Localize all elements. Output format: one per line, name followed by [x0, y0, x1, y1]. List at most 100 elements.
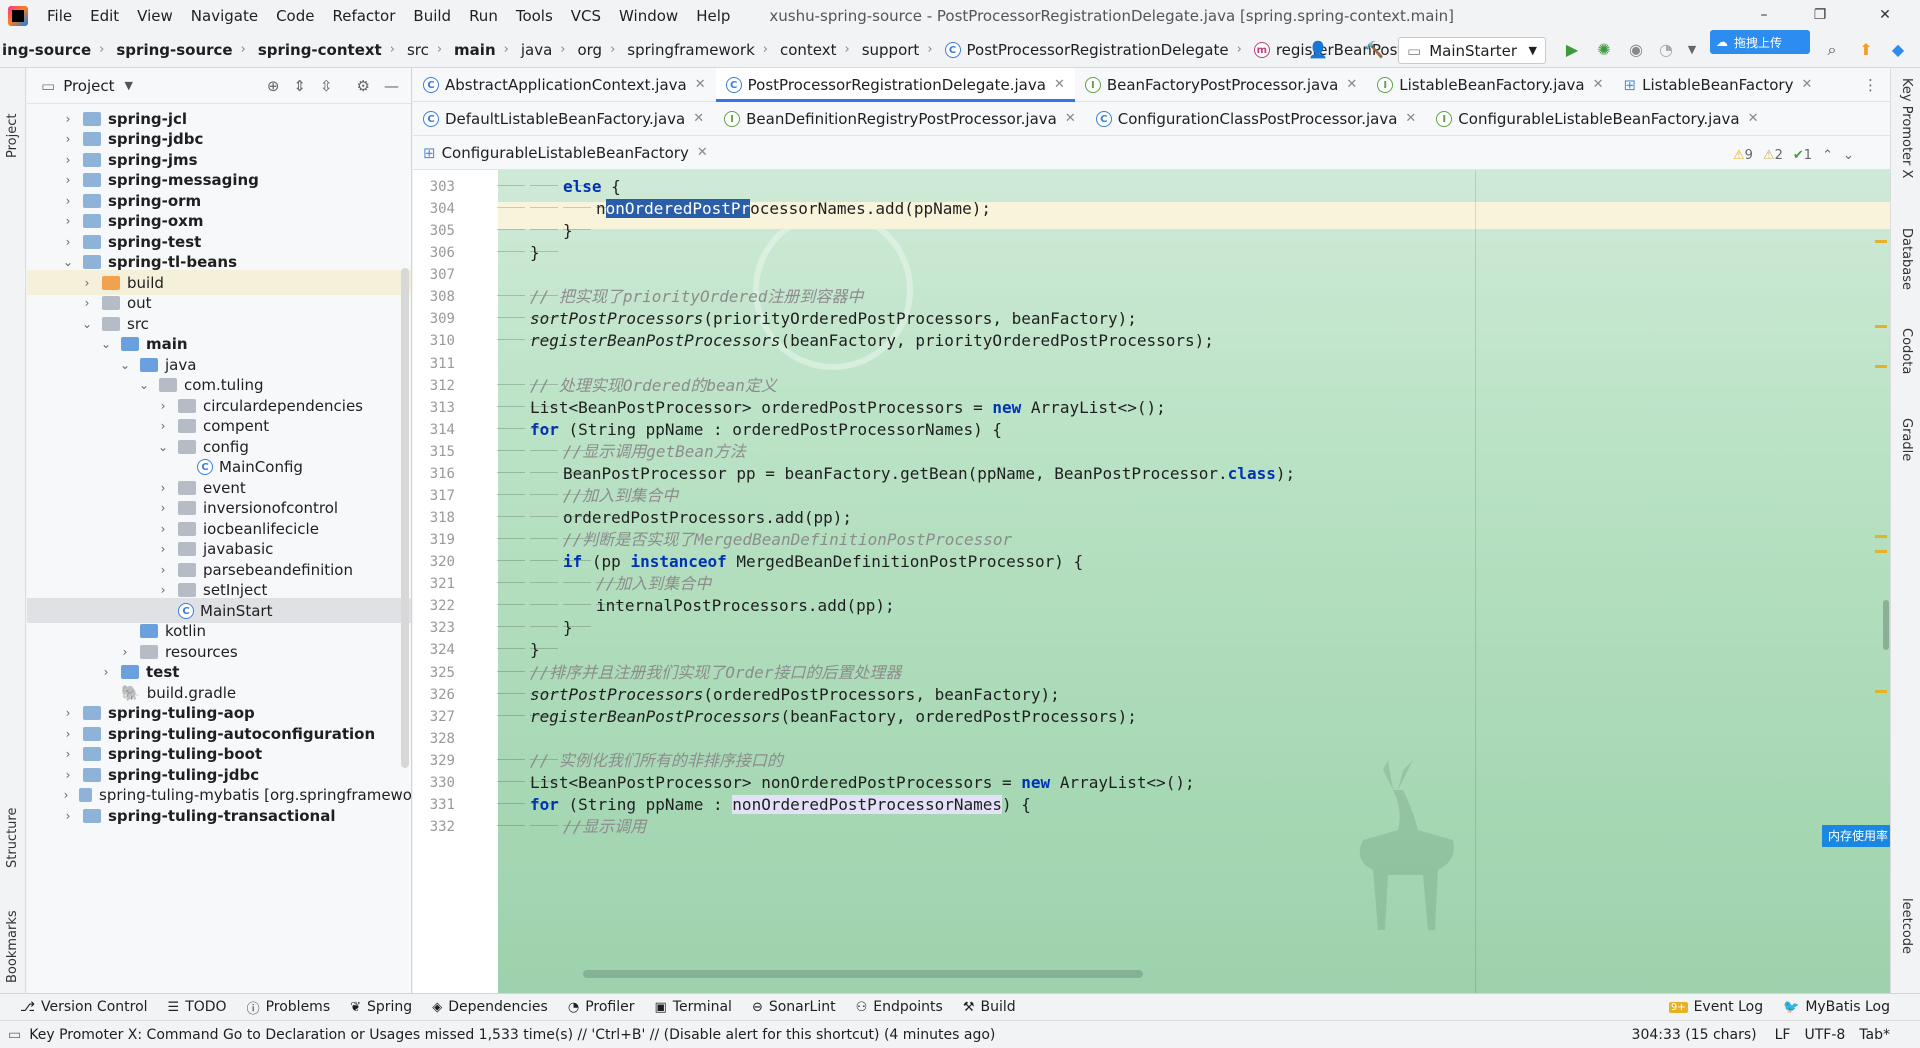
locate-icon[interactable]: ⊕	[267, 77, 280, 95]
tool-window-version-control[interactable]: ⎇ Version Control	[20, 999, 148, 1015]
expand-arrow-icon[interactable]: ›	[80, 296, 94, 310]
editor-tab[interactable]: C DefaultListableBeanFactory.java ✕	[413, 102, 714, 136]
menu-refactor[interactable]: Refactor	[323, 0, 404, 32]
editor-hscrollbar[interactable]	[583, 970, 1143, 978]
warning-marker[interactable]	[1875, 690, 1887, 693]
structure-tool-tab[interactable]: Structure	[5, 778, 20, 868]
collapse-all-icon[interactable]: ⇳	[320, 77, 333, 95]
status-message[interactable]: Key Promoter X: Command Go to Declaratio…	[29, 1027, 995, 1043]
editor-scrollbar[interactable]	[1883, 600, 1889, 650]
tool-window-problems[interactable]: ⓘ Problems	[247, 998, 331, 1017]
menu-window[interactable]: Window	[610, 0, 687, 32]
project-panel-title[interactable]: Project	[63, 77, 114, 95]
next-highlight-icon[interactable]: ⌄	[1843, 148, 1854, 163]
inspection-widget[interactable]: ⚠9 ⚠2 ✔1 ⌃ ⌄	[1733, 148, 1854, 163]
more-run-chevron-icon[interactable]: ▼	[1680, 38, 1704, 62]
menu-vcs[interactable]: VCS	[562, 0, 610, 32]
user-icon[interactable]: 👤	[1306, 38, 1330, 62]
chevron-down-icon[interactable]: ▼	[125, 79, 133, 92]
breadcrumb-item[interactable]: C PostProcessorRegistrationDelegate ›	[943, 41, 1252, 59]
expand-arrow-icon[interactable]: ›	[61, 194, 75, 208]
editor-tab[interactable]: ⊞ ListableBeanFactory ✕	[1614, 68, 1823, 102]
build-hammer-icon[interactable]: 🔨	[1362, 38, 1386, 62]
profile-icon[interactable]: ◔	[1654, 38, 1678, 62]
upload-button[interactable]: ☁ 拖拽上传	[1710, 30, 1810, 54]
expand-arrow-icon[interactable]: ⌄	[137, 378, 151, 392]
warning-marker[interactable]	[1875, 535, 1887, 538]
expand-arrow-icon[interactable]: ›	[118, 645, 132, 659]
expand-arrow-icon[interactable]: ›	[61, 235, 75, 249]
expand-arrow-icon[interactable]: ›	[156, 419, 170, 433]
run-icon[interactable]: ▶	[1560, 38, 1584, 62]
close-window-button[interactable]: ✕	[1850, 0, 1920, 32]
code-line[interactable]: }	[530, 239, 540, 266]
close-tab-icon[interactable]: ✕	[1593, 77, 1604, 92]
expand-arrow-icon[interactable]: ⌄	[156, 440, 170, 454]
editor-tab[interactable]: C PostProcessorRegistrationDelegate.java ✕	[715, 68, 1076, 102]
hide-panel-icon[interactable]: —	[384, 77, 399, 95]
close-tab-icon[interactable]: ✕	[1346, 77, 1357, 92]
menu-navigate[interactable]: Navigate	[182, 0, 267, 32]
file-encoding[interactable]: UTF-8	[1804, 1027, 1845, 1043]
tree-item[interactable]: › spring-tuling-transactional	[27, 803, 411, 828]
menu-file[interactable]: File	[38, 0, 81, 32]
expand-arrow-icon[interactable]: ›	[61, 706, 75, 720]
close-tab-icon[interactable]: ✕	[1801, 77, 1812, 92]
prev-highlight-icon[interactable]: ⌃	[1822, 148, 1833, 163]
warning-marker[interactable]	[1875, 325, 1887, 328]
run-configuration-select[interactable]: ▭ MainStarter ▼	[1398, 37, 1546, 64]
breadcrumb-item[interactable]: spring-source ›	[114, 41, 255, 59]
code-line[interactable]: registerBeanPostProcessors(beanFactory, …	[530, 703, 1137, 730]
expand-all-icon[interactable]: ⇕	[293, 77, 306, 95]
code-line[interactable]: //显示调用	[563, 813, 646, 840]
breadcrumb-item[interactable]: java ›	[519, 41, 576, 59]
tool-window-dependencies[interactable]: ◈ Dependencies	[432, 999, 548, 1015]
database-tool-tab[interactable]: Database	[1899, 228, 1914, 290]
gradle-tool-tab[interactable]: Gradle	[1899, 418, 1914, 461]
breadcrumb-item[interactable]: main ›	[452, 41, 519, 59]
editor-tab[interactable]: I BeanFactoryPostProcessor.java ✕	[1075, 68, 1367, 102]
breadcrumb-item[interactable]: context ›	[778, 41, 860, 59]
expand-arrow-icon[interactable]: ›	[156, 501, 170, 515]
expand-arrow-icon[interactable]: ›	[61, 768, 75, 782]
bookmarks-tool-tab[interactable]: Bookmarks	[5, 883, 20, 983]
menu-build[interactable]: Build	[404, 0, 460, 32]
debug-icon[interactable]: ✺	[1592, 38, 1616, 62]
editor-tab[interactable]: I BeanDefinitionRegistryPostProcessor.jav…	[714, 102, 1086, 136]
code-line[interactable]: }	[563, 217, 573, 244]
expand-arrow-icon[interactable]: ›	[156, 542, 170, 556]
warning-marker[interactable]	[1875, 240, 1887, 243]
expand-arrow-icon[interactable]: ›	[61, 112, 75, 126]
breadcrumb-item[interactable]: src ›	[405, 41, 452, 59]
leetcode-tool-tab[interactable]: leetcode	[1899, 898, 1914, 954]
code-area[interactable]: 303 else {304 nonOrderedPostProcessorNames…	[413, 170, 1890, 993]
caret-position[interactable]: 304:33 (15 chars)	[1632, 1027, 1757, 1043]
expand-arrow-icon[interactable]: ›	[156, 522, 170, 536]
expand-arrow-icon[interactable]: ›	[80, 276, 94, 290]
expand-arrow-icon[interactable]: ⌄	[118, 358, 132, 372]
breadcrumb-item[interactable]: ing-source ›	[0, 41, 114, 59]
tool-window-todo[interactable]: ☰ TODO	[168, 999, 227, 1015]
expand-arrow-icon[interactable]: ›	[61, 809, 75, 823]
editor-tab[interactable]: I ConfigurableListableBeanFactory.java ✕	[1426, 102, 1768, 136]
minimize-button[interactable]: –	[1736, 0, 1792, 32]
restore-button[interactable]: ❐	[1792, 0, 1848, 32]
status-toggle-icon[interactable]: ▭	[8, 1027, 21, 1043]
expand-arrow-icon[interactable]: ›	[61, 132, 75, 146]
editor-tab[interactable]: ⊞ ConfigurableListableBeanFactory ✕	[413, 136, 718, 170]
expand-arrow-icon[interactable]: ›	[61, 173, 75, 187]
close-tab-icon[interactable]: ✕	[697, 145, 708, 160]
tree-scrollbar[interactable]	[401, 268, 409, 768]
expand-arrow-icon[interactable]: ›	[61, 727, 75, 741]
tool-window-spring[interactable]: ❦ Spring	[350, 999, 412, 1015]
tool-window-mybatis-log[interactable]: 🐦 MyBatis Log	[1783, 999, 1890, 1015]
editor-tab[interactable]: I ListableBeanFactory.java ✕	[1367, 68, 1613, 102]
expand-arrow-icon[interactable]: ›	[61, 214, 75, 228]
menu-edit[interactable]: Edit	[81, 0, 128, 32]
expand-arrow-icon[interactable]: ›	[61, 153, 75, 167]
breadcrumb-item[interactable]: support ›	[860, 41, 943, 59]
editor-tab[interactable]: C ConfigurationClassPostProcessor.java ✕	[1086, 102, 1427, 136]
tool-window-event-log[interactable]: 9+ Event Log	[1668, 999, 1763, 1015]
expand-arrow-icon[interactable]: ›	[61, 747, 75, 761]
editor-tab[interactable]: C AbstractApplicationContext.java ✕	[413, 68, 716, 102]
